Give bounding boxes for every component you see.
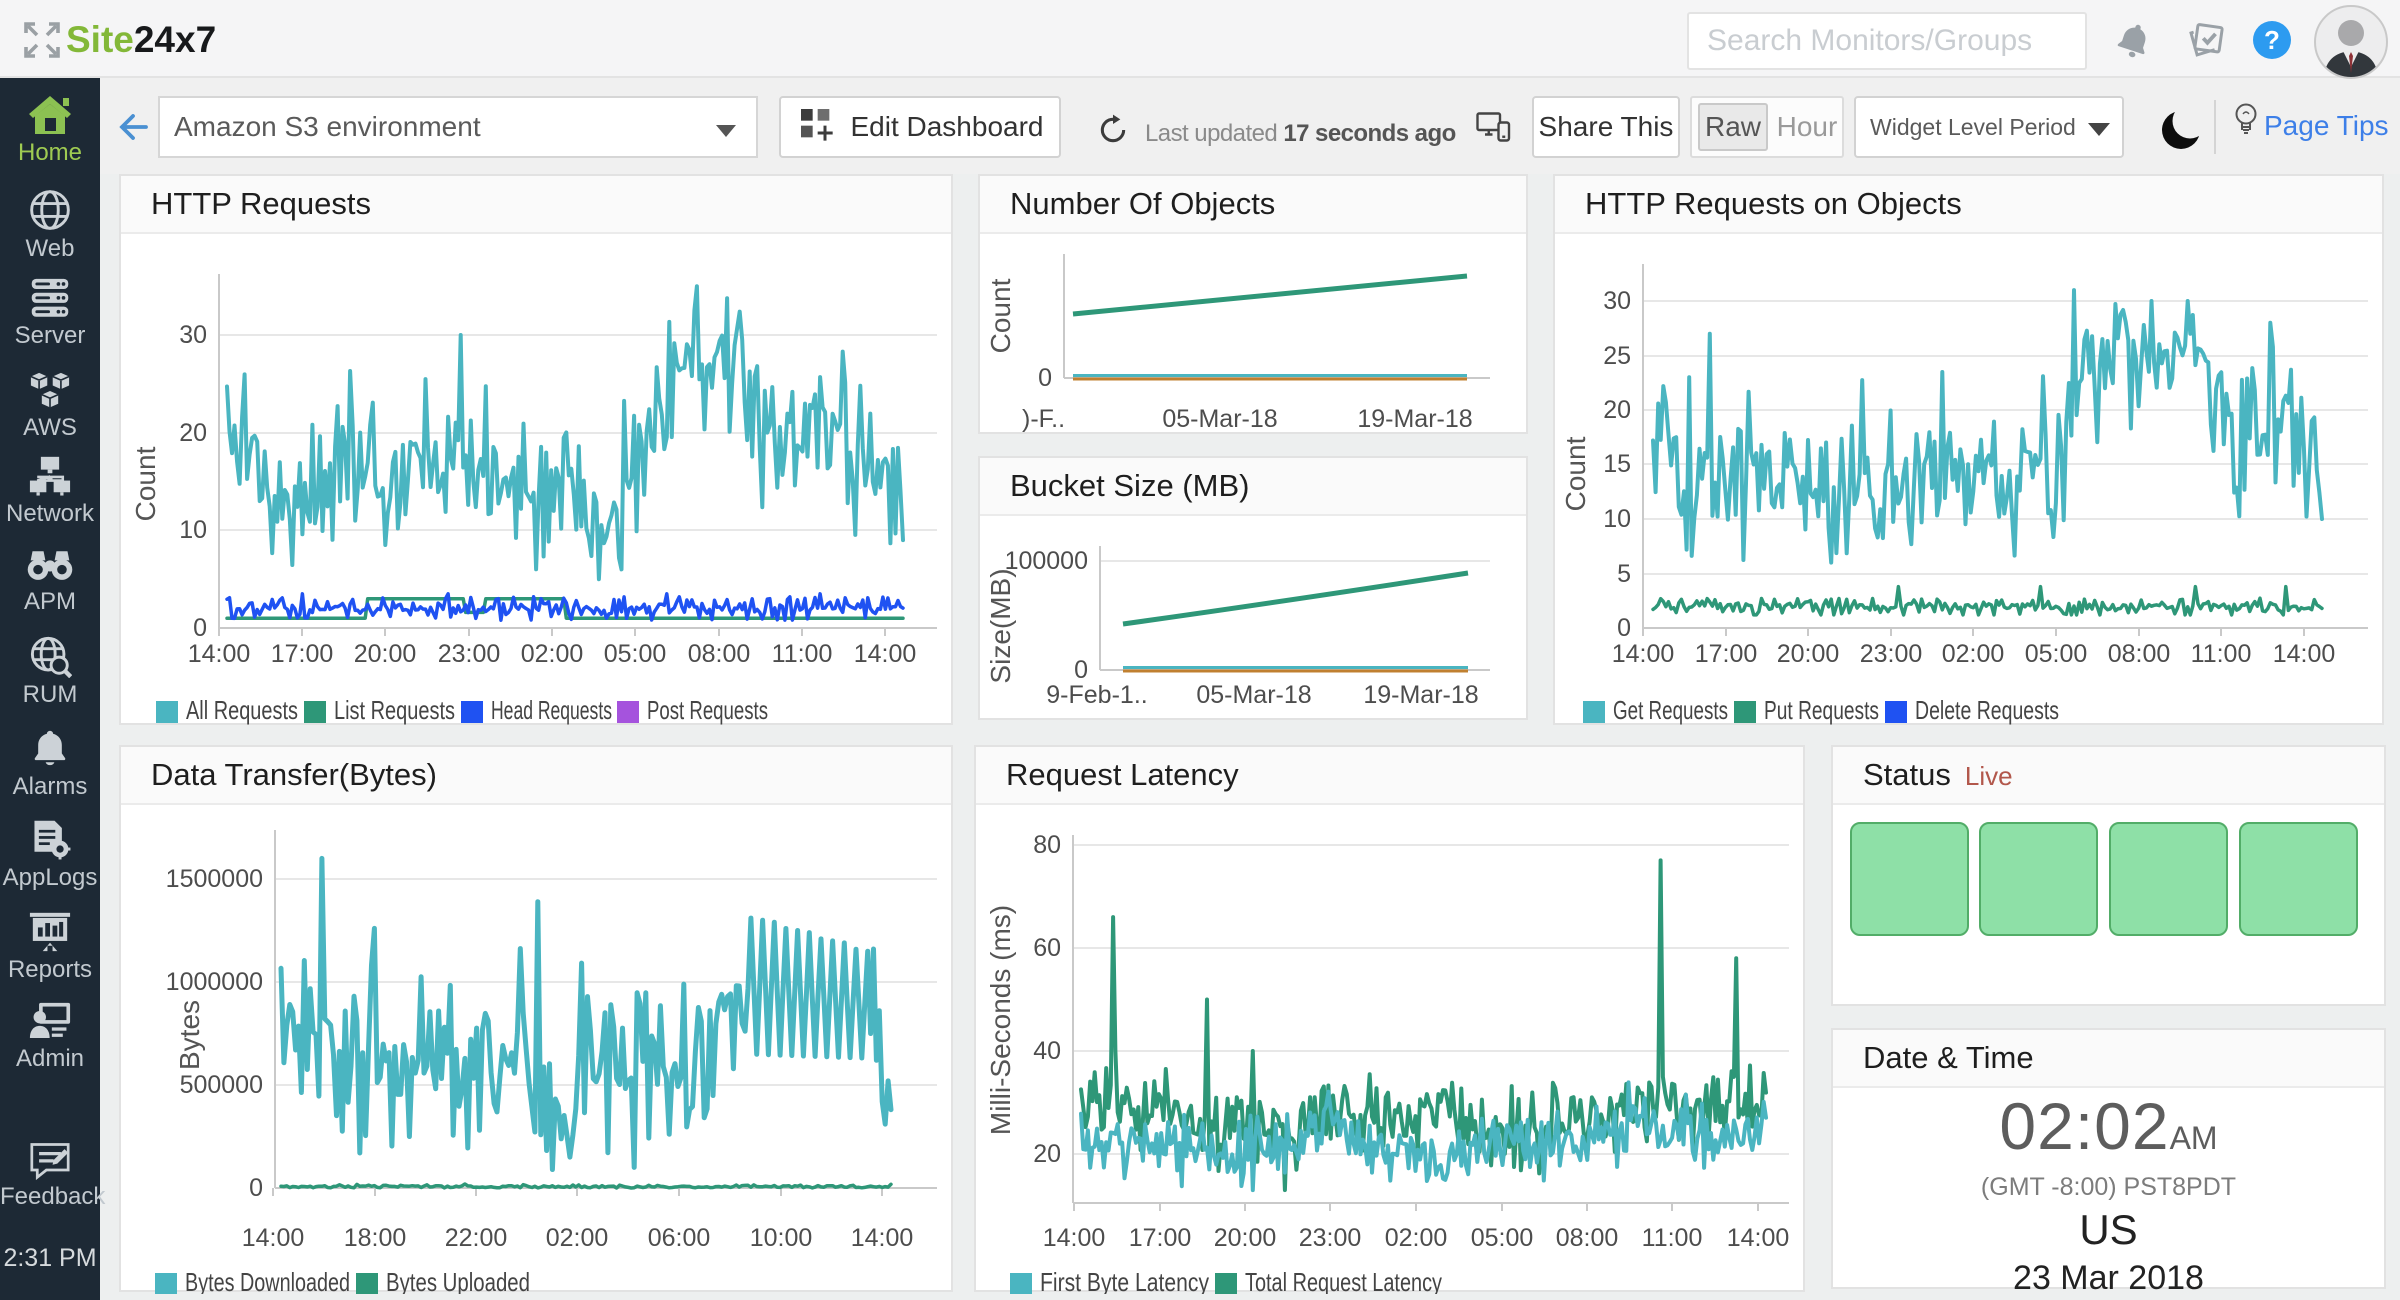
svg-text:17:00: 17:00: [1129, 1224, 1192, 1252]
svg-text:05:00: 05:00: [1471, 1224, 1534, 1252]
svg-text:08:00: 08:00: [1556, 1224, 1619, 1252]
svg-text:Bytes Uploaded: Bytes Uploaded: [386, 1267, 530, 1294]
svg-text:All Requests: All Requests: [186, 695, 298, 725]
svg-text:02:00: 02:00: [1385, 1224, 1448, 1252]
svg-text:14:00: 14:00: [2273, 640, 2336, 668]
svg-text:Bytes: Bytes: [174, 1000, 205, 1070]
svg-text:02:00: 02:00: [1942, 640, 2005, 668]
svg-text:9-Feb-1..: 9-Feb-1..: [1046, 681, 1147, 709]
svg-text:Count: Count: [130, 446, 161, 521]
svg-text:Delete Requests: Delete Requests: [1915, 695, 2059, 725]
svg-text:14:00: 14:00: [188, 640, 251, 668]
svg-text:23:00: 23:00: [1860, 640, 1923, 668]
svg-text:40: 40: [1033, 1037, 1061, 1065]
svg-text:20:00: 20:00: [1214, 1224, 1277, 1252]
svg-text:14:00: 14:00: [242, 1224, 305, 1252]
svg-text:List Requests: List Requests: [334, 695, 455, 725]
svg-text:1500000: 1500000: [166, 865, 263, 893]
svg-text:Milli-Seconds (ms): Milli-Seconds (ms): [985, 905, 1016, 1135]
svg-text:14:00: 14:00: [1612, 640, 1675, 668]
svg-text:Put Requests: Put Requests: [1764, 695, 1879, 725]
svg-text:Total Request Latency: Total Request Latency: [1245, 1267, 1442, 1294]
svg-text:1000000: 1000000: [166, 968, 263, 996]
svg-text:11:00: 11:00: [2191, 640, 2252, 668]
svg-text:23:00: 23:00: [438, 640, 501, 668]
svg-text:0: 0: [1617, 614, 1631, 642]
svg-text:0: 0: [1038, 364, 1052, 392]
svg-text:60: 60: [1033, 934, 1061, 962]
svg-text:0: 0: [193, 614, 207, 642]
svg-text:25: 25: [1603, 342, 1631, 370]
svg-text:19-Mar-18: 19-Mar-18: [1363, 681, 1478, 709]
svg-text:19-Mar-18: 19-Mar-18: [1357, 405, 1472, 433]
svg-text:05:00: 05:00: [2025, 640, 2088, 668]
svg-text:14:00: 14:00: [854, 640, 917, 668]
svg-text:15: 15: [1603, 450, 1631, 478]
svg-text:14:00: 14:00: [1727, 1224, 1790, 1252]
svg-text:18:00: 18:00: [344, 1224, 407, 1252]
svg-text:06:00: 06:00: [648, 1224, 711, 1252]
svg-text:10: 10: [1603, 505, 1631, 533]
svg-text:23:00: 23:00: [1299, 1224, 1362, 1252]
svg-text:Bytes Downloaded: Bytes Downloaded: [185, 1267, 350, 1294]
svg-text:14:00: 14:00: [851, 1224, 914, 1252]
svg-text:08:00: 08:00: [2108, 640, 2171, 668]
svg-text:17:00: 17:00: [271, 640, 334, 668]
svg-text:0: 0: [249, 1174, 263, 1202]
svg-text:30: 30: [1603, 287, 1631, 315]
svg-text:17:00: 17:00: [1695, 640, 1758, 668]
svg-text:80: 80: [1033, 831, 1061, 859]
svg-text:20: 20: [179, 419, 207, 447]
svg-text:500000: 500000: [180, 1071, 263, 1099]
svg-text:20: 20: [1033, 1140, 1061, 1168]
svg-text:)-F..: )-F..: [1022, 405, 1065, 433]
svg-text:20: 20: [1603, 396, 1631, 424]
svg-text:14:00: 14:00: [1043, 1224, 1106, 1252]
svg-text:5: 5: [1617, 560, 1631, 588]
svg-text:Count: Count: [985, 278, 1016, 353]
svg-text:11:00: 11:00: [772, 640, 833, 668]
svg-text:0: 0: [1074, 656, 1088, 684]
svg-text:11:00: 11:00: [1642, 1224, 1703, 1252]
svg-text:Post Requests: Post Requests: [647, 695, 768, 725]
svg-text:02:00: 02:00: [546, 1224, 609, 1252]
svg-text:08:00: 08:00: [688, 640, 751, 668]
svg-text:20:00: 20:00: [354, 640, 417, 668]
svg-text:30: 30: [179, 321, 207, 349]
svg-text:05:00: 05:00: [604, 640, 667, 668]
svg-text:02:00: 02:00: [521, 640, 584, 668]
svg-text:Get Requests: Get Requests: [1613, 695, 1728, 725]
svg-text:Head Requests: Head Requests: [491, 695, 612, 725]
svg-text:10:00: 10:00: [750, 1224, 813, 1252]
svg-text:22:00: 22:00: [445, 1224, 508, 1252]
svg-text:20:00: 20:00: [1777, 640, 1840, 668]
svg-text:05-Mar-18: 05-Mar-18: [1162, 405, 1277, 433]
svg-text:Count: Count: [1560, 436, 1591, 511]
svg-text:05-Mar-18: 05-Mar-18: [1196, 681, 1311, 709]
svg-text:Size(MB): Size(MB): [985, 568, 1016, 683]
svg-text:First Byte Latency: First Byte Latency: [1040, 1267, 1209, 1294]
svg-text:100000: 100000: [1005, 547, 1088, 575]
svg-text:10: 10: [179, 516, 207, 544]
